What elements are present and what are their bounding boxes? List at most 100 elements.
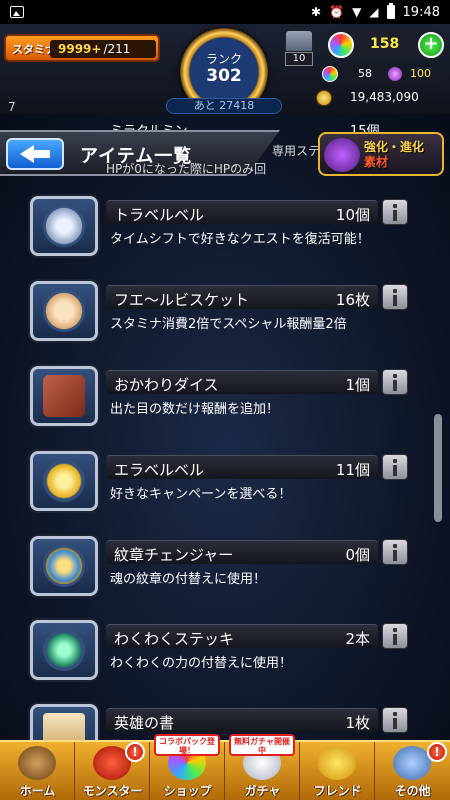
nav-home[interactable]: ホーム: [0, 742, 75, 800]
rank-exp-remaining: あと 27418: [166, 98, 282, 114]
list-item[interactable]: フエ〜ルビスケット 16枚 スタミナ消費2倍でスペシャル報酬量2倍: [30, 281, 414, 363]
promo-badge: コラボパック登場！: [154, 734, 220, 756]
material-label: 素材: [364, 155, 389, 169]
item-count: 10個: [335, 206, 370, 224]
rank-value: 302: [206, 66, 242, 86]
purple-orb-icon: [388, 67, 402, 81]
info-button[interactable]: [382, 707, 408, 733]
item-icon-frame: [30, 620, 98, 680]
list-item[interactable]: わくわくステッキ 2本 わくわくの力の付替えに使用！: [30, 620, 414, 702]
promo-badge: 無料ガチャ開催中: [229, 734, 295, 756]
info-button[interactable]: [382, 623, 408, 649]
info-button[interactable]: [382, 199, 408, 225]
battery-icon: [386, 3, 395, 19]
nav-label: ホーム: [19, 784, 56, 798]
stamina-current: 9999+: [58, 42, 102, 56]
list-item[interactable]: おかわりダイス 1個 出た目の数だけ報酬を追加！: [30, 366, 414, 448]
list-item[interactable]: トラベルベル 10個 タイムシフトで好きなクエストを復活可能！: [30, 196, 414, 278]
item-description: タイムシフトで好きなクエストを復活可能！: [110, 232, 370, 247]
item-name: おかわりダイス: [114, 376, 219, 394]
hidden-item-desc-2: HPが0になった際にHPのみ回: [106, 162, 267, 176]
item-icon-frame: [30, 366, 98, 426]
item-icon-frame: [30, 281, 98, 341]
item-description: 好きなキャンペーンを選べる！: [110, 487, 292, 502]
item-description: スタミナ消費2倍でスペシャル報酬量2倍: [110, 317, 347, 332]
rank-label: ランク: [205, 52, 242, 66]
item-name: トラベルベル: [114, 206, 205, 224]
info-button[interactable]: [382, 284, 408, 310]
nav-monster[interactable]: ! モンスター: [75, 742, 150, 800]
buy-orb-button[interactable]: +: [418, 32, 444, 58]
status-bar: ✱ ⏰ ▼ ◢ 19:48: [0, 0, 450, 24]
alert-badge: !: [427, 742, 447, 762]
small-orb-icon: [322, 66, 338, 82]
monster-box-icon[interactable]: 10: [285, 30, 315, 68]
scrollbar[interactable]: [434, 414, 442, 522]
bluetooth-icon: ✱: [311, 5, 322, 19]
nav-label: その他: [394, 784, 431, 798]
travel-bell-icon: [43, 205, 85, 247]
orb-counter: 158 +: [322, 30, 446, 60]
info-button[interactable]: [382, 539, 408, 565]
friend-icon: [318, 746, 356, 780]
home-icon: [18, 746, 56, 780]
alarm-icon: ⏰: [329, 5, 345, 19]
box-count: 10: [285, 52, 313, 66]
top-hud: スタミナ 9999+ /211 ランク 302 あと 27418 10 158 …: [0, 24, 450, 116]
sub-item-count: 100: [410, 67, 431, 80]
item-description: 出た目の数だけ報酬を追加！: [110, 402, 280, 417]
wand-icon: [43, 629, 85, 671]
nav-gacha[interactable]: 無料ガチャ開催中 ガチャ: [225, 734, 300, 800]
emblem-changer-icon: [43, 545, 85, 587]
orb-icon: [328, 32, 354, 58]
image-notification-icon: [10, 6, 24, 18]
side-number: 7: [8, 100, 16, 114]
item-count: 1個: [345, 376, 370, 394]
biscuit-icon: [43, 290, 85, 332]
item-count: 11個: [335, 461, 370, 479]
orb-count: 158: [370, 36, 400, 52]
sub-orb-count: 58: [358, 67, 372, 80]
status-time: 19:48: [402, 4, 440, 20]
gold-counter: 19,483,090: [316, 88, 448, 108]
nav-shop[interactable]: コラボパック登場！ ショップ: [150, 734, 225, 800]
item-count: 0個: [345, 546, 370, 564]
nav-label: モンスター: [82, 784, 143, 798]
back-button[interactable]: [6, 138, 64, 170]
item-name: 英雄の書: [114, 714, 175, 732]
coin-icon: [316, 90, 332, 106]
item-icon-frame: [30, 196, 98, 256]
info-button[interactable]: [382, 454, 408, 480]
list-item[interactable]: エラベルベル 11個 好きなキャンペーンを選べる！: [30, 451, 414, 533]
evolve-label: 強化・進化: [364, 140, 425, 154]
nav-other[interactable]: ! その他: [375, 742, 450, 800]
item-count: 2本: [345, 630, 370, 648]
nav-label: フレンド: [313, 784, 362, 798]
signal-icon: ◢: [369, 5, 379, 19]
wifi-icon: ▼: [352, 5, 362, 19]
item-description: わくわくの力の付替えに使用！: [110, 656, 293, 671]
alert-badge: !: [125, 742, 145, 762]
item-name: わくわくステッキ: [114, 630, 235, 648]
stamina-value: 9999+ /211: [50, 40, 156, 58]
item-name: フエ〜ルビスケット: [114, 291, 250, 309]
item-description: 魂の紋章の付替えに使用！: [110, 572, 267, 587]
item-name: 紋章チェンジャー: [114, 546, 234, 564]
gold-bell-icon: [43, 460, 85, 502]
gold-value: 19,483,090: [350, 90, 419, 104]
nav-label: ショップ: [163, 784, 212, 798]
stamina-max: /211: [103, 42, 131, 56]
item-count: 1枚: [345, 714, 370, 732]
info-button[interactable]: [382, 369, 408, 395]
item-count: 16枚: [335, 291, 370, 309]
monster-portrait-icon: [324, 138, 360, 172]
item-icon-frame: [30, 451, 98, 511]
nav-label: ガチャ: [244, 784, 281, 798]
item-icon-frame: [30, 536, 98, 596]
list-item[interactable]: 紋章チェンジャー 0個 魂の紋章の付替えに使用！: [30, 536, 414, 618]
evolve-material-button[interactable]: 強化・進化 素材: [318, 132, 444, 176]
item-name: エラベルベル: [114, 461, 205, 479]
nav-friend[interactable]: フレンド: [300, 742, 375, 800]
other-icon: [393, 746, 431, 780]
stamina-meter[interactable]: スタミナ 9999+ /211: [4, 34, 160, 62]
